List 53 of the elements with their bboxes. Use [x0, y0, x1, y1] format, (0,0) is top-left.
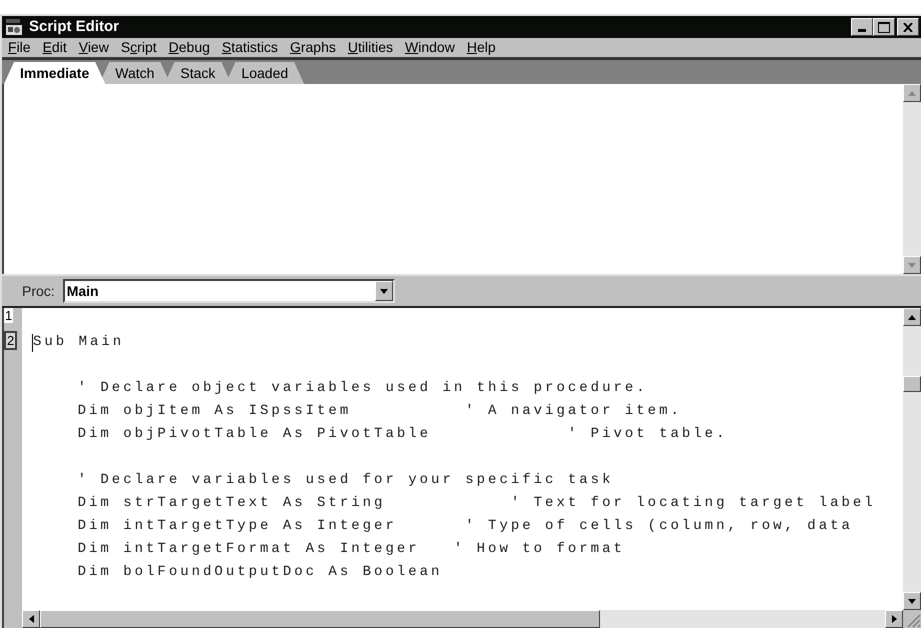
left-arrow-icon — [28, 615, 34, 623]
up-arrow-icon — [908, 90, 916, 96]
proc-label: Proc: — [22, 282, 55, 300]
close-button[interactable] — [897, 18, 919, 36]
proc-dropdown[interactable]: Main — [62, 279, 395, 303]
menu-item[interactable]: Statistics — [222, 37, 278, 58]
code-line: Dim strTargetText As String ' Text for locating target label — [76, 494, 876, 513]
code-line: Dim intTargetType As Integer ' Type of cells (column, row, data — [76, 517, 853, 536]
menu-item[interactable]: File — [8, 37, 31, 58]
scroll-down-button[interactable] — [903, 256, 921, 274]
menu-item[interactable]: Help — [466, 37, 496, 58]
window-title: Script Editor — [29, 16, 120, 37]
minimize-button[interactable] — [851, 18, 873, 36]
line-number: 1 — [4, 308, 14, 323]
close-icon — [903, 22, 913, 32]
menu-item[interactable]: Graphs — [290, 37, 336, 58]
scroll-up-button[interactable] — [903, 308, 921, 326]
code-line: Sub Main — [33, 333, 124, 352]
resize-grip-icon — [903, 610, 921, 628]
scroll-thumb[interactable] — [40, 610, 600, 628]
caret-down-icon — [380, 288, 388, 294]
down-arrow-icon — [908, 262, 916, 268]
dropdown-arrow-button[interactable] — [374, 281, 393, 301]
code-line: Dim objItem As ISpssItem ' A navigator item. — [76, 402, 682, 421]
right-arrow-icon — [892, 615, 896, 623]
scroll-thumb[interactable] — [903, 376, 921, 392]
maximize-icon — [878, 22, 890, 32]
code-line: Dim intTargetFormat As Integer ' How to format — [76, 540, 625, 559]
menu-item[interactable]: Debug — [168, 37, 210, 58]
maximize-button[interactable] — [873, 18, 895, 36]
line-number: 2 — [4, 331, 18, 350]
horizontal-scrollbar[interactable] — [22, 610, 903, 628]
menu-item[interactable]: Script — [120, 37, 157, 58]
scroll-up-button[interactable] — [903, 84, 921, 102]
tab[interactable]: Immediate — [4, 62, 106, 84]
menu-item[interactable]: Edit — [42, 37, 67, 58]
minimize-icon — [858, 29, 866, 32]
menu-item[interactable]: View — [78, 37, 109, 58]
scroll-right-button[interactable] — [885, 610, 903, 628]
code-line: Dim bolFoundOutputDoc As Boolean — [76, 563, 442, 582]
code-line: ' Declare variables used for your specific task — [76, 471, 614, 490]
scroll-down-button[interactable] — [903, 592, 921, 610]
code-line: ' Declare object variables used in this procedure. — [76, 379, 648, 398]
down-arrow-icon — [908, 598, 916, 604]
menu-item[interactable]: Window — [405, 37, 455, 58]
code-line: Dim objPivotTable As PivotTable ' Pivot table. — [76, 425, 728, 444]
scroll-left-button[interactable] — [22, 610, 40, 628]
menu-item[interactable]: Utilities — [348, 37, 393, 58]
app-logo-icon — [5, 18, 23, 36]
vertical-scrollbar[interactable] — [903, 308, 921, 610]
vertical-scrollbar[interactable] — [903, 84, 921, 274]
up-arrow-icon — [908, 314, 916, 320]
code-editor[interactable] — [2, 308, 903, 610]
